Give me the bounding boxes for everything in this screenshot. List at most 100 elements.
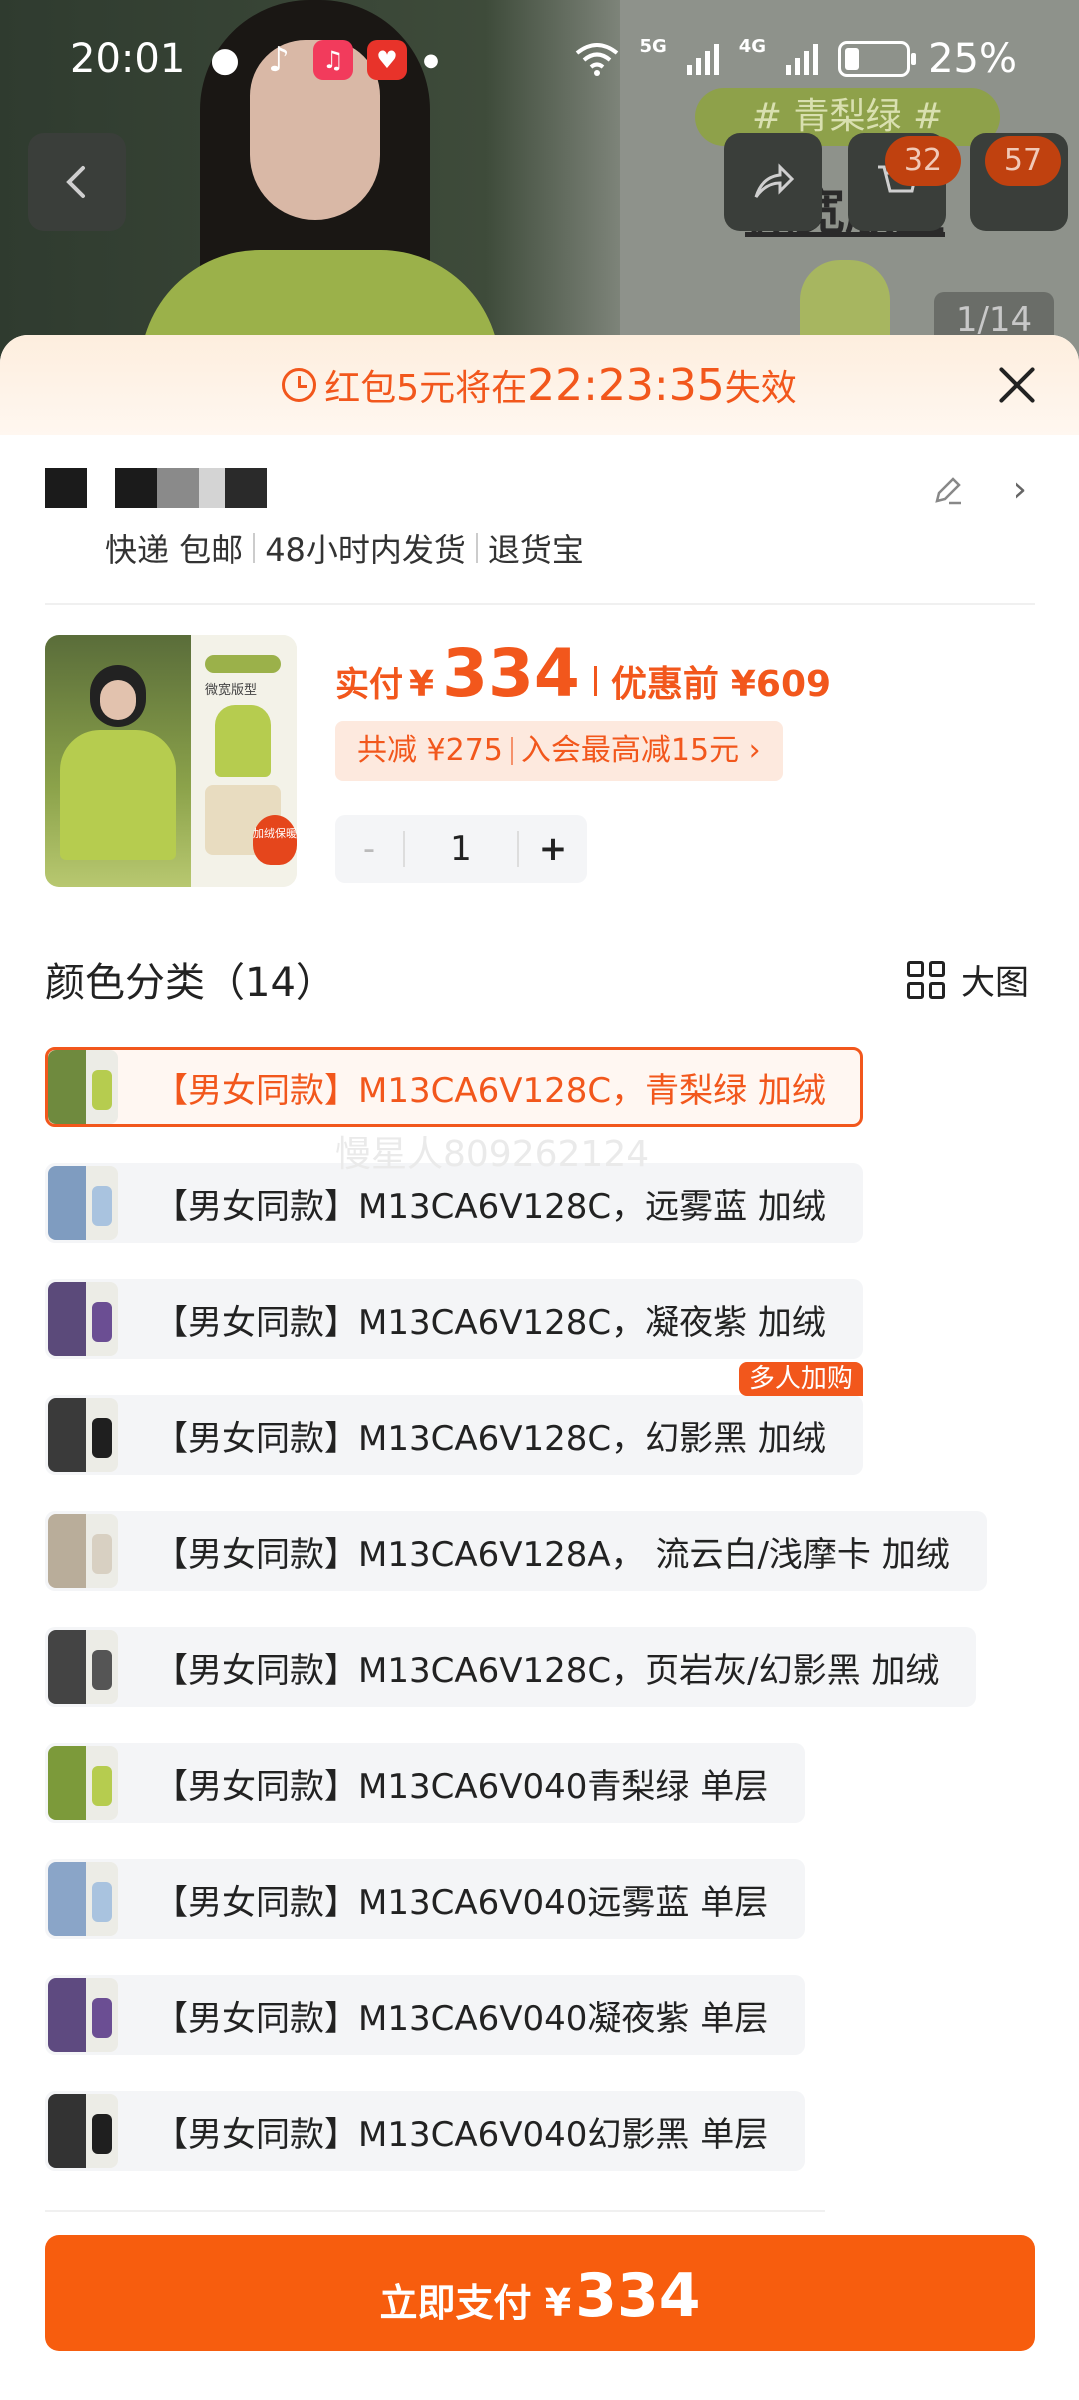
color-option[interactable]: 【男女同款】M13CA6V040远雾蓝 单层 — [45, 1859, 806, 1939]
decrease-button[interactable]: - — [335, 829, 403, 869]
product-summary: 微宽版型 加绒保暖 实付 ¥ 334 优惠前 ¥609 共减 ¥275 入会最高… — [45, 635, 1045, 895]
option-label: 【男女同款】M13CA6V128C，幻影黑 加绒 — [154, 1418, 826, 1459]
grid-icon — [907, 960, 945, 999]
popular-badge: 多人加购 — [738, 1362, 863, 1396]
color-section-title: 颜色分类（14） — [45, 960, 336, 1006]
option-label: 【男女同款】M13CA6V128C，远雾蓝 加绒 — [154, 1186, 826, 1227]
option-row: 【男女同款】M13CA6V040青梨绿 单层 — [45, 1743, 1045, 1859]
chevron-left-icon — [66, 166, 85, 198]
color-option[interactable]: 【男女同款】M13CA6V128C，凝夜紫 加绒 — [45, 1279, 863, 1359]
thumb-tag: 微宽版型 — [205, 683, 258, 698]
pay-button-amount: 334 — [575, 2261, 701, 2331]
discount-total: 共减 ¥275 — [357, 733, 503, 768]
more-badge: 57 — [985, 136, 1061, 186]
chevron-right-icon[interactable]: › — [1013, 469, 1027, 510]
battery-icon — [838, 41, 917, 77]
before-label: 优惠前 — [610, 664, 719, 705]
color-option[interactable]: 【男女同款】M13CA6V040凝夜紫 单层 — [45, 1975, 806, 2055]
signal-icon-2 — [786, 44, 819, 75]
color-option[interactable]: 【男女同款】M13CA6V128C，页岩灰/幻影黑 加绒 — [45, 1627, 977, 1707]
big-image-toggle[interactable]: 大图 — [907, 955, 1029, 1004]
option-row: 【男女同款】M13CA6V128C，远雾蓝 加绒 — [45, 1163, 1045, 1279]
divider — [45, 603, 1035, 605]
option-label: 【男女同款】M13CA6V128A， 流云白/浅摩卡 加绒 — [154, 1534, 950, 1575]
battery-percent: 25% — [928, 36, 1017, 82]
color-option[interactable]: 【男女同款】M13CA6V040幻影黑 单层 — [45, 2091, 806, 2171]
signal-5g-label: 5G — [639, 36, 667, 57]
quantity-stepper: - 1 + — [335, 815, 587, 883]
clock-icon — [282, 368, 317, 402]
signal-icon — [686, 44, 719, 75]
option-row: 【男女同款】M13CA6V040凝夜紫 单层 — [45, 1975, 1045, 2091]
option-label: 【男女同款】M13CA6V128C，页岩灰/幻影黑 加绒 — [154, 1650, 940, 1691]
option-label: 【男女同款】M13CA6V040幻影黑 单层 — [154, 2114, 769, 2155]
recipient-name-redacted — [45, 465, 1035, 511]
color-option[interactable]: 【男女同款】M13CA6V128C，幻影黑 加绒 多人加购 — [45, 1362, 863, 1475]
status-bar: 20:01 ● ♪ ♫ ♥ ● 5G 4G 25% — [0, 0, 1079, 120]
close-icon[interactable] — [995, 363, 1039, 407]
original-price: ¥609 — [730, 664, 832, 705]
coupon-expiry-banner: 红包5元将在 22:23:35 失效 — [0, 335, 1079, 435]
signal-4g-label: 4G — [738, 36, 767, 57]
option-label: 【男女同款】M13CA6V040远雾蓝 单层 — [154, 1882, 769, 1923]
edit-icon[interactable] — [931, 473, 965, 507]
pay-button-label: 立即支付 ¥ — [379, 2281, 572, 2325]
share-button[interactable] — [724, 133, 822, 231]
option-row: 【男女同款】M13CA6V040幻影黑 单层 — [45, 2091, 1045, 2207]
status-time: 20:01 — [70, 36, 186, 82]
option-swatch — [48, 1166, 118, 1240]
status-right: 5G 4G 25% — [573, 36, 1017, 82]
cart-badge: 32 — [885, 136, 961, 186]
option-label: 【男女同款】M13CA6V128C，青梨绿 加绒 — [154, 1070, 826, 1111]
watermark: 慢星人809262124 — [335, 1134, 650, 1175]
price-line: 实付 ¥ 334 优惠前 ¥609 — [335, 635, 831, 712]
music-icon: ♫ — [313, 40, 353, 80]
wechat-icon: ● — [210, 40, 240, 80]
big-view-label: 大图 — [961, 963, 1029, 1003]
option-row: 【男女同款】M13CA6V040远雾蓝 单层 — [45, 1859, 1045, 1975]
option-swatch — [48, 2094, 118, 2168]
option-swatch — [48, 1398, 118, 1472]
option-swatch — [48, 1862, 118, 1936]
option-swatch — [48, 1746, 118, 1820]
dot-icon: ● — [423, 49, 439, 71]
option-swatch — [48, 1050, 118, 1124]
option-swatch — [48, 1978, 118, 2052]
shipping-address[interactable]: › 快递 包邮 48小时内发货 退货宝 — [45, 465, 1035, 571]
shopping-icon: ♥ — [367, 40, 407, 80]
option-row: 【男女同款】M13CA6V128C，页岩灰/幻影黑 加绒 — [45, 1627, 1045, 1743]
increase-button[interactable]: + — [519, 829, 587, 869]
color-option[interactable]: 【男女同款】M13CA6V128A， 流云白/浅摩卡 加绒 — [45, 1511, 987, 1591]
quantity-value[interactable]: 1 — [403, 831, 519, 867]
tag-ship-time: 48小时内发货 — [265, 531, 466, 569]
notification-icons: ● ♪ ♫ ♥ ● — [205, 40, 441, 80]
back-button[interactable] — [28, 133, 126, 231]
option-row: 【男女同款】M13CA6V128C，凝夜紫 加绒 — [45, 1279, 1045, 1395]
promo-text: 红包5元将在 — [324, 368, 528, 409]
currency: ¥ — [409, 664, 435, 705]
pay-now-button[interactable]: 立即支付 ¥ 334 — [45, 2235, 1035, 2351]
shipping-tags: 快递 包邮 48小时内发货 退货宝 — [105, 525, 1035, 571]
color-option[interactable]: 【男女同款】M13CA6V040青梨绿 单层 — [45, 1743, 806, 1823]
final-price: 334 — [442, 635, 580, 712]
option-label: 【男女同款】M13CA6V040青梨绿 单层 — [154, 1766, 769, 1807]
product-thumbnail[interactable]: 微宽版型 加绒保暖 — [45, 635, 297, 887]
color-option[interactable]: 【男女同款】M13CA6V128C，青梨绿 加绒 — [45, 1047, 863, 1127]
option-swatch — [48, 1282, 118, 1356]
color-options: 【男女同款】M13CA6V128C，青梨绿 加绒 【男女同款】M13CA6V128… — [45, 1047, 1045, 2207]
wifi-icon — [576, 43, 619, 76]
thumb-badge: 加绒保暖 — [253, 815, 297, 865]
option-swatch — [48, 1630, 118, 1704]
tag-express: 快递 包邮 — [105, 531, 244, 569]
tiktok-icon: ♪ — [268, 40, 290, 80]
tag-return-insurance: 退货宝 — [487, 531, 584, 569]
promo-suffix: 失效 — [724, 368, 797, 409]
share-icon — [754, 163, 795, 198]
member-offer: 入会最高减15元 › — [520, 733, 761, 768]
option-label: 【男女同款】M13CA6V040凝夜紫 单层 — [154, 1998, 769, 2039]
discount-detail[interactable]: 共减 ¥275 入会最高减15元 › — [335, 721, 783, 781]
pay-label: 实付 — [335, 665, 403, 705]
option-row: 【男女同款】M13CA6V128C，幻影黑 加绒 多人加购 — [45, 1362, 1045, 1511]
divider-bottom — [45, 2210, 825, 2212]
purchase-sheet: 红包5元将在 22:23:35 失效 › 快递 包邮 48小时内发货 退货宝 微… — [0, 335, 1079, 2400]
